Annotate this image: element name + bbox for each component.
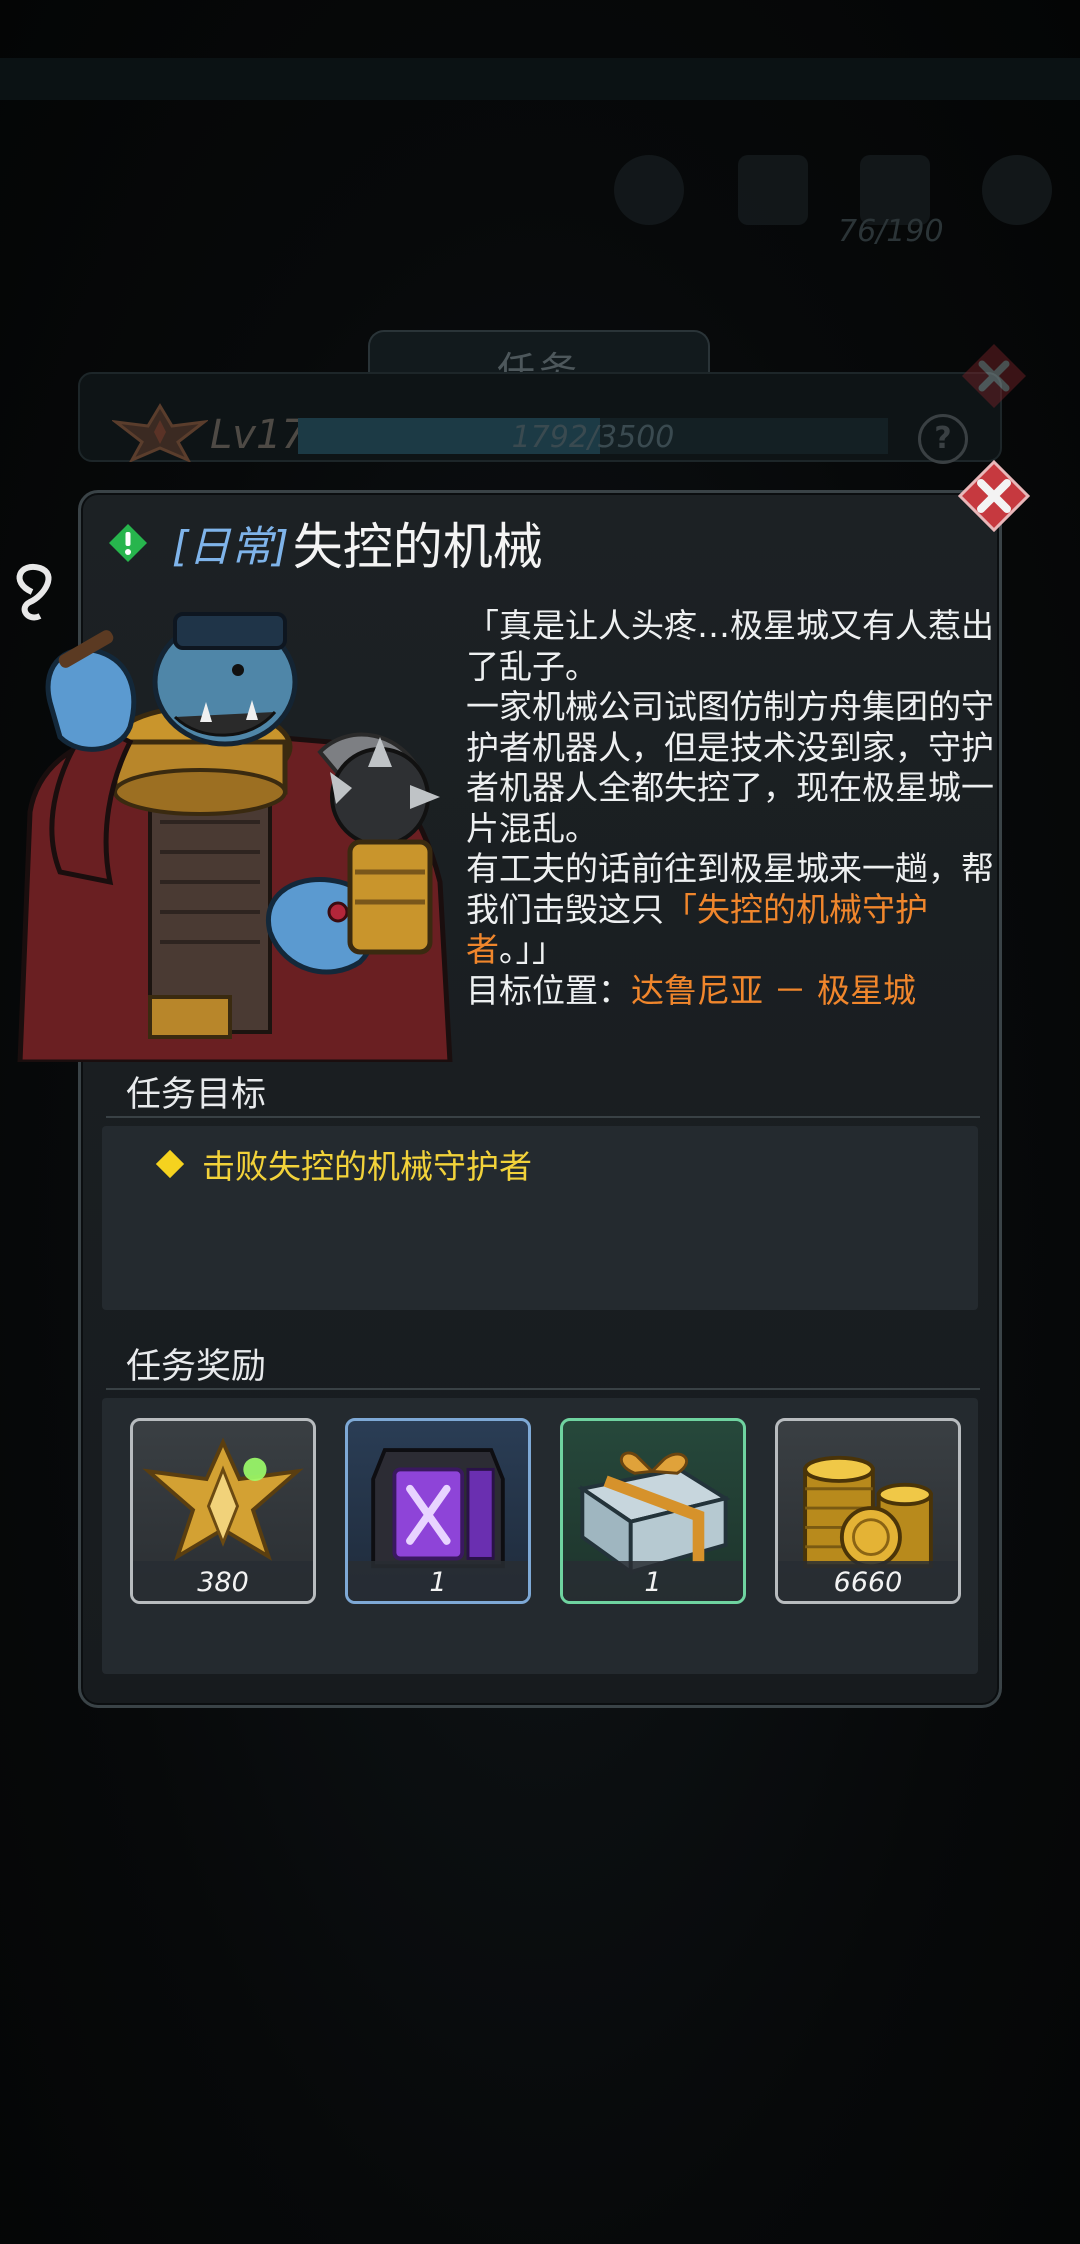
npc-portrait (16, 563, 453, 1062)
close-button[interactable] (958, 460, 1030, 532)
diamond-bullet-icon (155, 1149, 185, 1179)
target-location-label: 目标位置： (466, 970, 631, 1010)
objectives-divider (106, 1116, 980, 1118)
background-close-button[interactable] (960, 342, 1028, 410)
quest-description: 「真是让人头疼…极星城又有人惹出了乱子。 一家机械公司试图仿制方舟集团的守护者机… (466, 606, 996, 1011)
player-level: Lv17 (210, 412, 307, 458)
history-icon[interactable] (614, 155, 684, 225)
gear-icon[interactable] (982, 155, 1052, 225)
description-line-1: 「真是让人头疼…极星城又有人惹出了乱子。 (466, 606, 994, 686)
description-line-3-suffix: 。」」 (499, 930, 565, 969)
reward-count: 380 (197, 1567, 249, 1598)
reward-rank-emblem[interactable]: 380 (130, 1418, 316, 1604)
reward-count: 1 (644, 1567, 662, 1598)
target-location-row: 目标位置：达鲁尼亚 － 极星城 (466, 971, 996, 1012)
reward-count: 1 (429, 1567, 447, 1598)
description-line-3: 有工夫的话前往到极星城来一趟，帮我们击毁这只「失控的机械守护者。」」 (466, 849, 996, 971)
help-button[interactable]: ? (918, 414, 968, 464)
xp-bar: 1792/3500 (298, 418, 888, 455)
rank-icon (112, 403, 208, 462)
rewards-divider (106, 1388, 980, 1390)
resource-counter: 76/190 (838, 214, 944, 249)
xp-text: 1792/3500 (511, 420, 675, 455)
reward-count: 6660 (833, 1567, 903, 1598)
objective-item: 击败失控的机械守护者 (155, 1140, 532, 1188)
rewards-title: 任务奖励 (126, 1347, 267, 1387)
target-location-value: 达鲁尼亚 － 极星城 (631, 970, 916, 1010)
objectives-title: 任务目标 (126, 1075, 267, 1115)
reward-purple-crate[interactable]: 1 (345, 1418, 531, 1604)
exit-icon[interactable] (738, 155, 808, 225)
objective-text: 击败失控的机械守护者 (202, 1147, 532, 1186)
description-line-2: 一家机械公司试图仿制方舟集团的守护者机器人，但是技术没到家，守护者机器人全都失控… (466, 687, 994, 848)
reward-gold-coins[interactable]: 6660 (775, 1418, 961, 1604)
reward-gift-box[interactable]: 1 (560, 1418, 746, 1604)
top-status-bar (0, 58, 1080, 100)
